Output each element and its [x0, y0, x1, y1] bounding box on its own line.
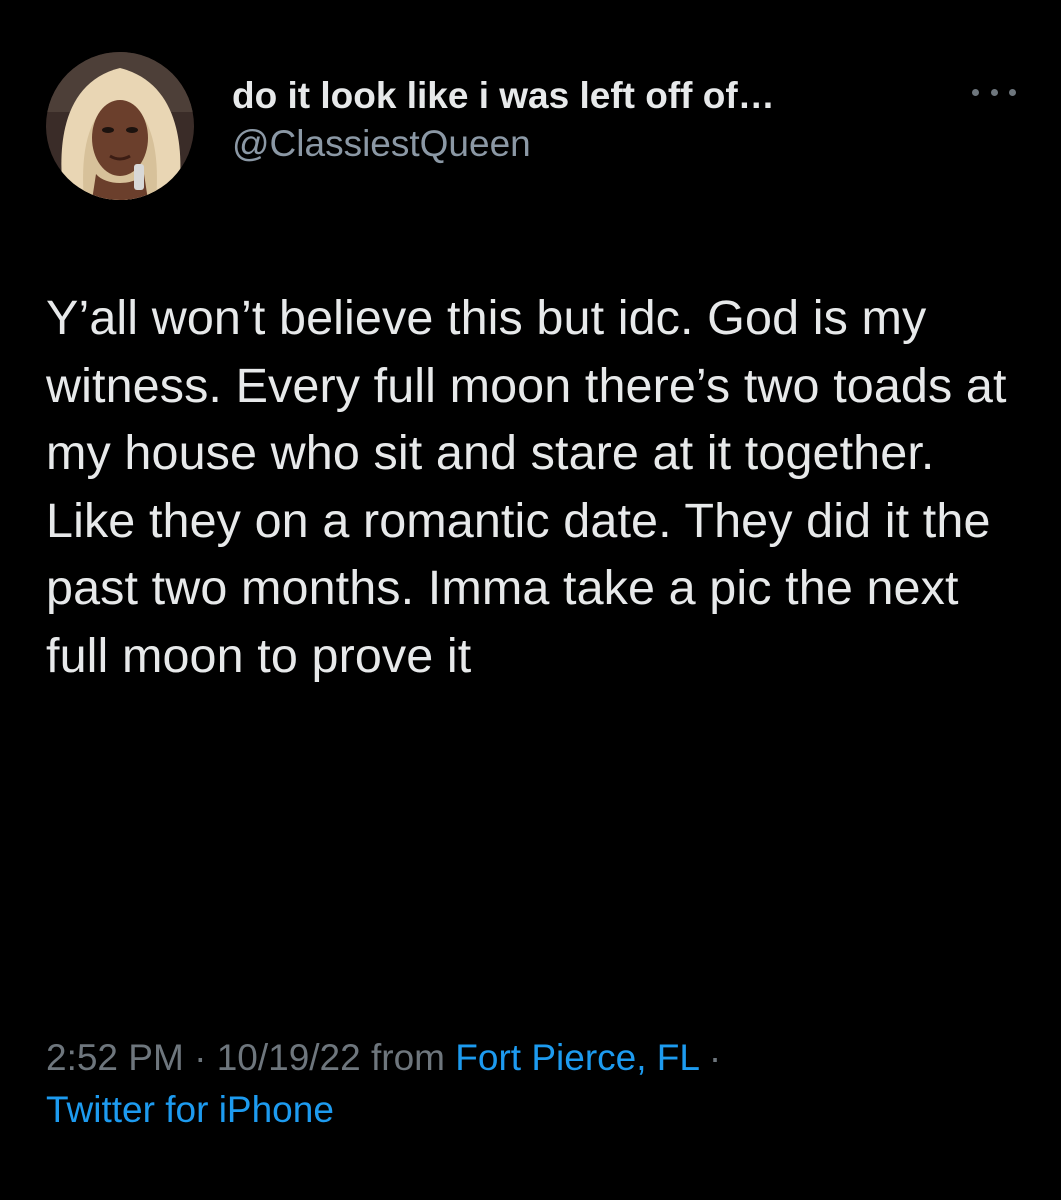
author-handle[interactable]: @ClassiestQueen — [232, 122, 952, 166]
separator: · — [698, 1037, 722, 1078]
dot — [1009, 88, 1016, 96]
tweet-time[interactable]: 2:52 PM — [46, 1037, 184, 1078]
avatar[interactable] — [46, 52, 194, 200]
tweet-text: Y’all won’t believe this but idc. God is… — [46, 291, 1007, 683]
from-label: from — [360, 1037, 456, 1078]
location-link[interactable]: Fort Pierce, FL — [455, 1037, 698, 1078]
tweet-metadata: 2:52 PM · 10/19/22 from Fort Pierce, FL … — [46, 1032, 1026, 1136]
client-link[interactable]: Twitter for iPhone — [46, 1089, 334, 1130]
dot — [972, 88, 979, 96]
separator: · — [183, 1037, 217, 1078]
tweet-header: do it look like i was left off of… @Clas… — [46, 52, 1016, 202]
tweet: do it look like i was left off of… @Clas… — [0, 0, 1061, 1200]
more-dots-icon[interactable] — [972, 80, 1016, 104]
tweet-date[interactable]: 10/19/22 — [217, 1037, 361, 1078]
dot — [990, 88, 998, 96]
avatar-image — [46, 52, 194, 200]
author-display-name[interactable]: do it look like i was left off of… — [232, 74, 952, 118]
author-names: do it look like i was left off of… @Clas… — [232, 74, 952, 166]
